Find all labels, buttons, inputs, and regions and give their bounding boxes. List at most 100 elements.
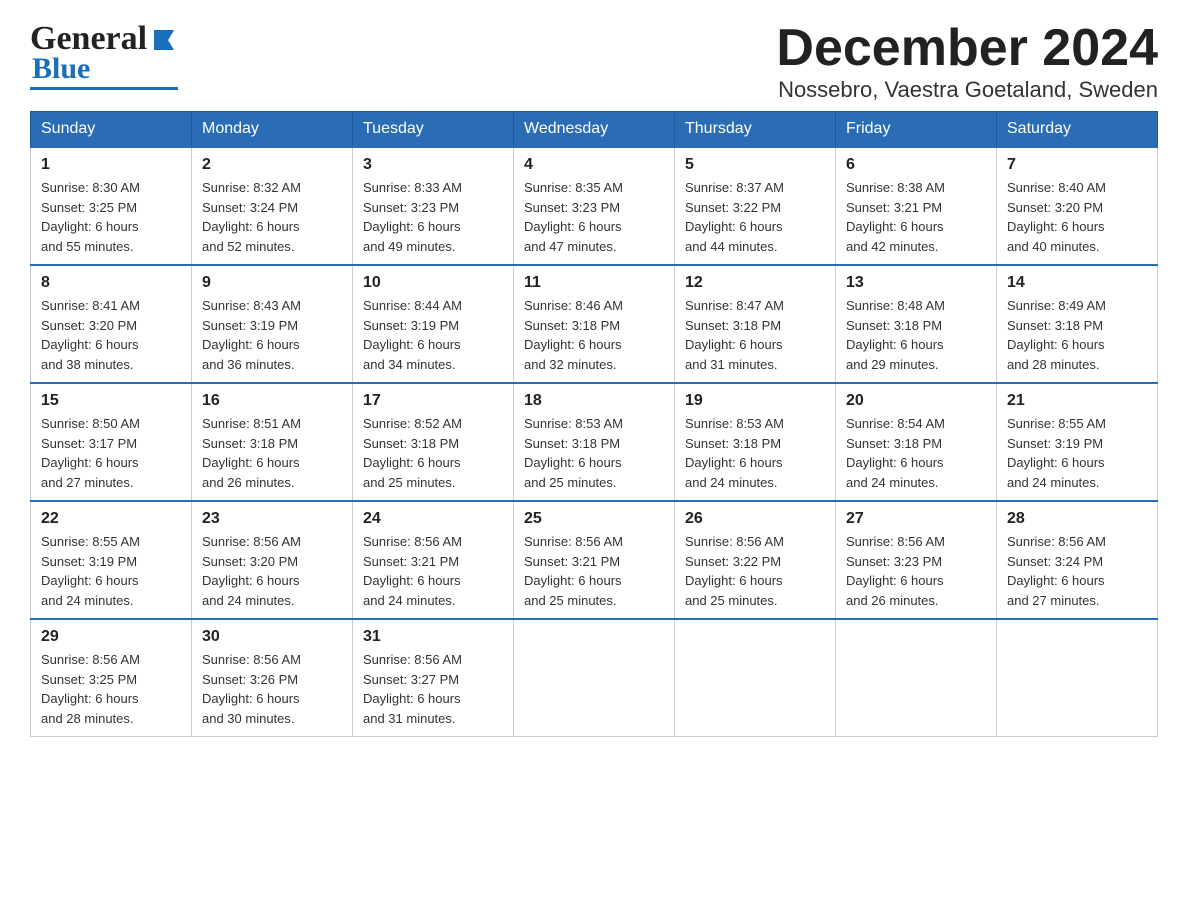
day-info: Sunrise: 8:55 AMSunset: 3:19 PMDaylight:… [1007,414,1147,492]
day-number: 7 [1007,156,1147,174]
day-info: Sunrise: 8:32 AMSunset: 3:24 PMDaylight:… [202,178,342,256]
weekday-header-row: Sunday Monday Tuesday Wednesday Thursday… [31,112,1158,148]
day-number: 22 [41,510,181,528]
day-number: 4 [524,156,664,174]
calendar-cell: 8 Sunrise: 8:41 AMSunset: 3:20 PMDaylight… [31,265,192,383]
day-info: Sunrise: 8:51 AMSunset: 3:18 PMDaylight:… [202,414,342,492]
day-number: 19 [685,392,825,410]
day-number: 29 [41,628,181,646]
day-number: 26 [685,510,825,528]
day-info: Sunrise: 8:53 AMSunset: 3:18 PMDaylight:… [685,414,825,492]
calendar-cell: 29 Sunrise: 8:56 AMSunset: 3:25 PMDayligh… [31,619,192,737]
calendar-cell: 9 Sunrise: 8:43 AMSunset: 3:19 PMDaylight… [192,265,353,383]
calendar-cell: 20Sunrise: 8:54 AMSunset: 3:18 PMDayligh… [836,383,997,501]
calendar-cell: 21Sunrise: 8:55 AMSunset: 3:19 PMDayligh… [997,383,1158,501]
calendar-cell: 11Sunrise: 8:46 AMSunset: 3:18 PMDayligh… [514,265,675,383]
day-number: 24 [363,510,503,528]
day-info: Sunrise: 8:47 AMSunset: 3:18 PMDaylight:… [685,296,825,374]
day-info: Sunrise: 8:50 AMSunset: 3:17 PMDaylight:… [41,414,181,492]
day-info: Sunrise: 8:40 AMSunset: 3:20 PMDaylight:… [1007,178,1147,256]
day-number: 13 [846,274,986,292]
day-info: Sunrise: 8:53 AMSunset: 3:18 PMDaylight:… [524,414,664,492]
header-monday: Monday [192,112,353,148]
calendar-cell [997,619,1158,737]
calendar-week-2: 8 Sunrise: 8:41 AMSunset: 3:20 PMDaylight… [31,265,1158,383]
calendar-cell [675,619,836,737]
day-info: Sunrise: 8:38 AMSunset: 3:21 PMDaylight:… [846,178,986,256]
day-info: Sunrise: 8:49 AMSunset: 3:18 PMDaylight:… [1007,296,1147,374]
day-number: 31 [363,628,503,646]
day-number: 6 [846,156,986,174]
day-number: 27 [846,510,986,528]
title-area: December 2024 Nossebro, Vaestra Goetalan… [776,20,1158,103]
calendar-cell: 23Sunrise: 8:56 AMSunset: 3:20 PMDayligh… [192,501,353,619]
header-saturday: Saturday [997,112,1158,148]
calendar-cell: 3 Sunrise: 8:33 AMSunset: 3:23 PMDaylight… [353,147,514,265]
day-info: Sunrise: 8:56 AMSunset: 3:22 PMDaylight:… [685,532,825,610]
day-info: Sunrise: 8:52 AMSunset: 3:18 PMDaylight:… [363,414,503,492]
calendar-cell: 17Sunrise: 8:52 AMSunset: 3:18 PMDayligh… [353,383,514,501]
month-title: December 2024 [776,20,1158,77]
logo: General Blue [30,20,178,90]
calendar-cell: 2 Sunrise: 8:32 AMSunset: 3:24 PMDaylight… [192,147,353,265]
calendar-cell: 19 Sunrise: 8:53 AMSunset: 3:18 PMDayligh… [675,383,836,501]
header-thursday: Thursday [675,112,836,148]
day-info: Sunrise: 8:56 AMSunset: 3:27 PMDaylight:… [363,650,503,728]
calendar-cell: 7 Sunrise: 8:40 AMSunset: 3:20 PMDaylight… [997,147,1158,265]
calendar-cell: 4Sunrise: 8:35 AMSunset: 3:23 PMDaylight… [514,147,675,265]
day-info: Sunrise: 8:48 AMSunset: 3:18 PMDaylight:… [846,296,986,374]
calendar-table: Sunday Monday Tuesday Wednesday Thursday… [30,111,1158,737]
day-number: 28 [1007,510,1147,528]
calendar-week-1: 1 Sunrise: 8:30 AMSunset: 3:25 PMDaylight… [31,147,1158,265]
calendar-header: Sunday Monday Tuesday Wednesday Thursday… [31,112,1158,148]
header-tuesday: Tuesday [353,112,514,148]
day-info: Sunrise: 8:56 AMSunset: 3:25 PMDaylight:… [41,650,181,728]
calendar-body: 1 Sunrise: 8:30 AMSunset: 3:25 PMDaylight… [31,147,1158,737]
day-info: Sunrise: 8:55 AMSunset: 3:19 PMDaylight:… [41,532,181,610]
day-info: Sunrise: 8:41 AMSunset: 3:20 PMDaylight:… [41,296,181,374]
calendar-week-4: 22 Sunrise: 8:55 AMSunset: 3:19 PMDayligh… [31,501,1158,619]
calendar-cell: 10Sunrise: 8:44 AMSunset: 3:19 PMDayligh… [353,265,514,383]
header-sunday: Sunday [31,112,192,148]
day-number: 15 [41,392,181,410]
day-info: Sunrise: 8:56 AMSunset: 3:21 PMDaylight:… [363,532,503,610]
calendar-cell: 24 Sunrise: 8:56 AMSunset: 3:21 PMDayligh… [353,501,514,619]
calendar-cell: 15 Sunrise: 8:50 AMSunset: 3:17 PMDayligh… [31,383,192,501]
day-number: 16 [202,392,342,410]
day-number: 12 [685,274,825,292]
header-friday: Friday [836,112,997,148]
day-number: 18 [524,392,664,410]
day-number: 8 [41,274,181,292]
calendar-cell: 12 Sunrise: 8:47 AMSunset: 3:18 PMDayligh… [675,265,836,383]
day-number: 2 [202,156,342,174]
calendar-cell: 5Sunrise: 8:37 AMSunset: 3:22 PMDaylight… [675,147,836,265]
day-number: 1 [41,156,181,174]
day-number: 23 [202,510,342,528]
day-info: Sunrise: 8:46 AMSunset: 3:18 PMDaylight:… [524,296,664,374]
day-info: Sunrise: 8:30 AMSunset: 3:25 PMDaylight:… [41,178,181,256]
day-info: Sunrise: 8:56 AMSunset: 3:26 PMDaylight:… [202,650,342,728]
day-number: 5 [685,156,825,174]
calendar-week-3: 15 Sunrise: 8:50 AMSunset: 3:17 PMDayligh… [31,383,1158,501]
logo-underline [30,87,178,90]
logo-blue: Blue [30,52,178,86]
calendar-cell: 28Sunrise: 8:56 AMSunset: 3:24 PMDayligh… [997,501,1158,619]
calendar-cell: 31 Sunrise: 8:56 AMSunset: 3:27 PMDayligh… [353,619,514,737]
calendar-cell: 1 Sunrise: 8:30 AMSunset: 3:25 PMDaylight… [31,147,192,265]
calendar-week-5: 29 Sunrise: 8:56 AMSunset: 3:25 PMDayligh… [31,619,1158,737]
day-info: Sunrise: 8:33 AMSunset: 3:23 PMDaylight:… [363,178,503,256]
calendar-cell [514,619,675,737]
page-header: General Blue December 2024 Nossebro, Vae… [30,20,1158,103]
calendar-cell: 25Sunrise: 8:56 AMSunset: 3:21 PMDayligh… [514,501,675,619]
calendar-cell: 30Sunrise: 8:56 AMSunset: 3:26 PMDayligh… [192,619,353,737]
day-info: Sunrise: 8:44 AMSunset: 3:19 PMDaylight:… [363,296,503,374]
day-info: Sunrise: 8:56 AMSunset: 3:21 PMDaylight:… [524,532,664,610]
calendar-cell: 22 Sunrise: 8:55 AMSunset: 3:19 PMDayligh… [31,501,192,619]
day-number: 20 [846,392,986,410]
calendar-cell [836,619,997,737]
calendar-cell: 26 Sunrise: 8:56 AMSunset: 3:22 PMDayligh… [675,501,836,619]
day-number: 9 [202,274,342,292]
day-info: Sunrise: 8:43 AMSunset: 3:19 PMDaylight:… [202,296,342,374]
calendar-cell: 18 Sunrise: 8:53 AMSunset: 3:18 PMDayligh… [514,383,675,501]
day-number: 3 [363,156,503,174]
